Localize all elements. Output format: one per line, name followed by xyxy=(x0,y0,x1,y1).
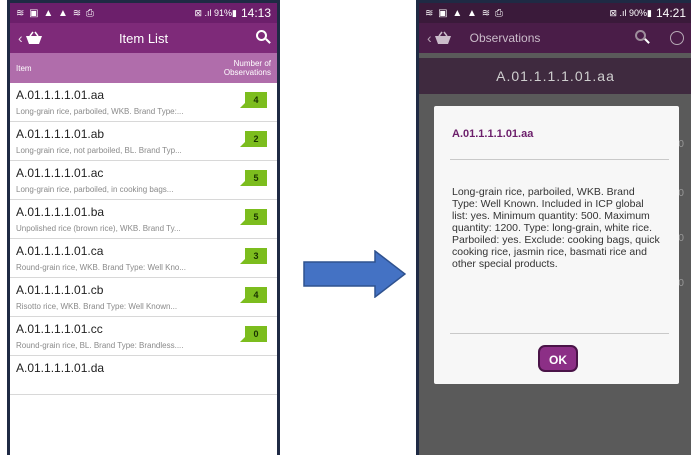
observations-screen: ≋ ▣ ▲ ▲ ≋ ⎙ ⊠ .ıl 90%▮ 14:21 ‹ Observati… xyxy=(416,0,691,455)
column-header: Item Number of Observations xyxy=(10,53,277,83)
item-code: A.01.1.1.1.01.ba xyxy=(16,205,105,219)
list-item[interactable]: A.01.1.1.1.01.ca Round-grain rice, WKB. B… xyxy=(10,239,277,278)
signal-battery-indicator: ⊠ .ıl 91%▮ xyxy=(194,7,237,18)
item-description: Unpolished rice (brown rice), WKB. Brand… xyxy=(16,224,181,233)
item-description: Risotto rice, WKB. Brand Type: Well Know… xyxy=(16,302,178,311)
observation-count-badge: 4 xyxy=(240,92,267,108)
observation-count-badge: 5 xyxy=(240,209,267,225)
notification-icons: ≋ ▣ ▲ ▲ ≋ ⎙ xyxy=(425,7,504,19)
item-list: A.01.1.1.1.01.aa Long-grain rice, parboil… xyxy=(10,83,277,395)
observation-count-badge: 5 xyxy=(240,170,267,186)
item-description: Long-grain rice, not parboiled, BL. Bran… xyxy=(16,146,182,155)
list-item[interactable]: A.01.1.1.1.01.da xyxy=(10,356,277,395)
item-list-screen: ≋ ▣ ▲ ▲ ≋ ⎙ ⊠ .ıl 91%▮ 14:13 ‹ Item List… xyxy=(7,0,280,455)
dialog-description: Long-grain rice, parboiled, WKB. Brand T… xyxy=(452,186,660,270)
observation-count-badge: 4 xyxy=(240,287,267,303)
divider xyxy=(450,159,669,160)
column-observations: Number of Observations xyxy=(223,59,271,77)
item-code: A.01.1.1.1.01.cb xyxy=(16,283,104,297)
item-code: A.01.1.1.1.01.ac xyxy=(16,166,104,180)
column-item: Item xyxy=(16,63,32,73)
status-bar: ≋ ▣ ▲ ▲ ≋ ⎙ ⊠ .ıl 90%▮ 14:21 xyxy=(419,3,691,23)
item-description: Round-grain rice, WKB. Brand Type: Well … xyxy=(16,263,187,272)
item-code: A.01.1.1.1.01.aa xyxy=(16,88,105,102)
page-title: Item List xyxy=(118,30,169,46)
status-time: 14:21 xyxy=(655,6,686,20)
app-bar: ‹ Item List xyxy=(10,23,277,53)
observation-count-badge: 3 xyxy=(240,248,267,264)
app-bar: ‹ Observations xyxy=(419,23,691,53)
divider xyxy=(450,333,669,334)
list-item[interactable]: A.01.1.1.1.01.cc Round-grain rice, BL. Br… xyxy=(10,317,277,356)
list-item[interactable]: A.01.1.1.1.01.cb Risotto rice, WKB. Brand… xyxy=(10,278,277,317)
item-code: A.01.1.1.1.01.da xyxy=(16,361,105,375)
item-description: Long-grain rice, parboiled, WKB. Brand T… xyxy=(16,107,184,116)
list-item[interactable]: A.01.1.1.1.01.ab Long-grain rice, not par… xyxy=(10,122,277,161)
item-description: Round-grain rice, BL. Brand Type: Brandl… xyxy=(16,341,184,350)
item-code: A.01.1.1.1.01.ab xyxy=(16,127,105,141)
status-bar: ≋ ▣ ▲ ▲ ≋ ⎙ ⊠ .ıl 91%▮ 14:13 xyxy=(10,3,277,23)
add-icon[interactable] xyxy=(670,31,684,45)
signal-battery-indicator: ⊠ .ıl 90%▮ xyxy=(609,7,652,18)
observation-count-badge: 2 xyxy=(240,131,267,147)
basket-icon[interactable] xyxy=(434,31,452,45)
dialog-title: A.01.1.1.1.01.aa xyxy=(452,128,534,140)
search-icon[interactable] xyxy=(256,30,267,41)
notification-icons: ≋ ▣ ▲ ▲ ≋ ⎙ xyxy=(16,7,95,19)
item-code: A.01.1.1.1.01.ca xyxy=(16,244,104,258)
search-icon[interactable] xyxy=(635,30,646,41)
list-item[interactable]: A.01.1.1.1.01.ba Unpolished rice (brown r… xyxy=(10,200,277,239)
status-time: 14:13 xyxy=(240,6,271,20)
observation-count-badge: 0 xyxy=(240,326,267,342)
list-item[interactable]: A.01.1.1.1.01.ac Long-grain rice, parboil… xyxy=(10,161,277,200)
ok-button[interactable]: OK xyxy=(538,345,578,372)
item-code: A.01.1.1.1.01.cc xyxy=(16,322,103,336)
right-arrow-icon xyxy=(303,250,406,298)
back-chevron-icon[interactable]: ‹ xyxy=(427,30,432,46)
observation-heading: A.01.1.1.1.01.aa xyxy=(419,58,691,94)
list-item[interactable]: A.01.1.1.1.01.aa Long-grain rice, parboil… xyxy=(10,83,277,122)
item-description: Long-grain rice, parboiled, in cooking b… xyxy=(16,185,174,194)
page-title: Observations xyxy=(469,31,541,45)
item-detail-dialog: A.01.1.1.1.01.aa Long-grain rice, parboi… xyxy=(434,106,679,384)
